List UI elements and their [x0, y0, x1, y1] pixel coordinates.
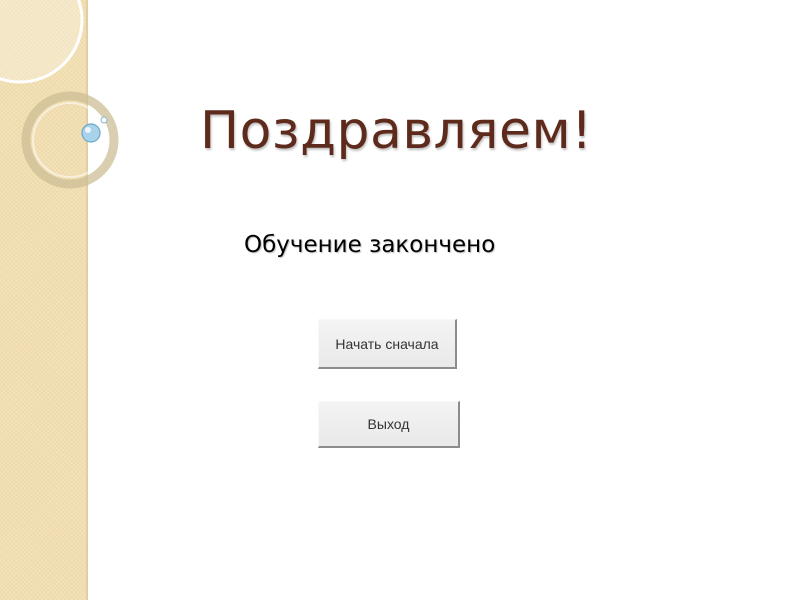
exit-button[interactable]: Выход	[318, 401, 460, 448]
page-subtitle: Обучение закончено	[244, 232, 496, 258]
restart-button[interactable]: Начать сначала	[318, 319, 457, 369]
slide: Поздравляем! Обучение закончено Начать с…	[0, 0, 800, 600]
page-title: Поздравляем!	[200, 101, 593, 161]
decorative-circles-ornament	[0, 0, 119, 189]
